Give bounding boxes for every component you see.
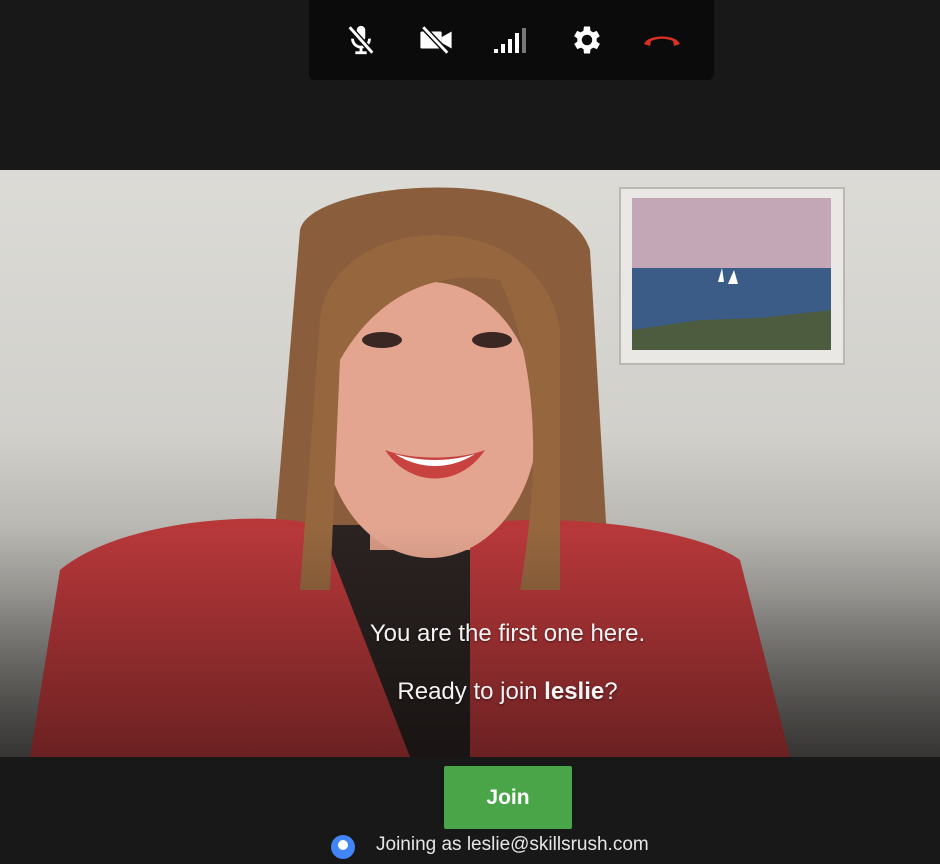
signal-bars-icon — [494, 28, 527, 53]
mic-off-icon — [347, 25, 375, 55]
first-one-here-message: You are the first one here. — [369, 620, 646, 647]
hang-up-icon — [644, 36, 681, 46]
hang-up-button[interactable] — [638, 16, 686, 64]
mute-microphone-button[interactable] — [337, 16, 385, 64]
call-toolbar — [309, 0, 714, 80]
gear-icon — [573, 26, 600, 54]
turn-off-camera-button[interactable] — [412, 16, 460, 64]
camera-preview — [0, 170, 940, 757]
ready-to-join-prefix: Ready to join — [397, 678, 545, 705]
camera-off-icon — [420, 25, 452, 55]
ready-to-join-suffix: ? — [604, 678, 618, 705]
meeting-name: leslie — [544, 678, 605, 705]
join-button[interactable]: Join — [444, 766, 572, 829]
ready-to-join-message: Ready to join leslie? — [0, 678, 940, 706]
connection-quality-button[interactable] — [487, 16, 535, 64]
joining-as-text: Joining as leslie@skillsrush.com — [376, 834, 649, 855]
settings-button[interactable] — [563, 16, 611, 64]
joining-as-account: Joining as leslie@skillsrush.com — [330, 834, 649, 864]
self-view-video — [30, 187, 845, 757]
account-icon — [331, 835, 355, 859]
